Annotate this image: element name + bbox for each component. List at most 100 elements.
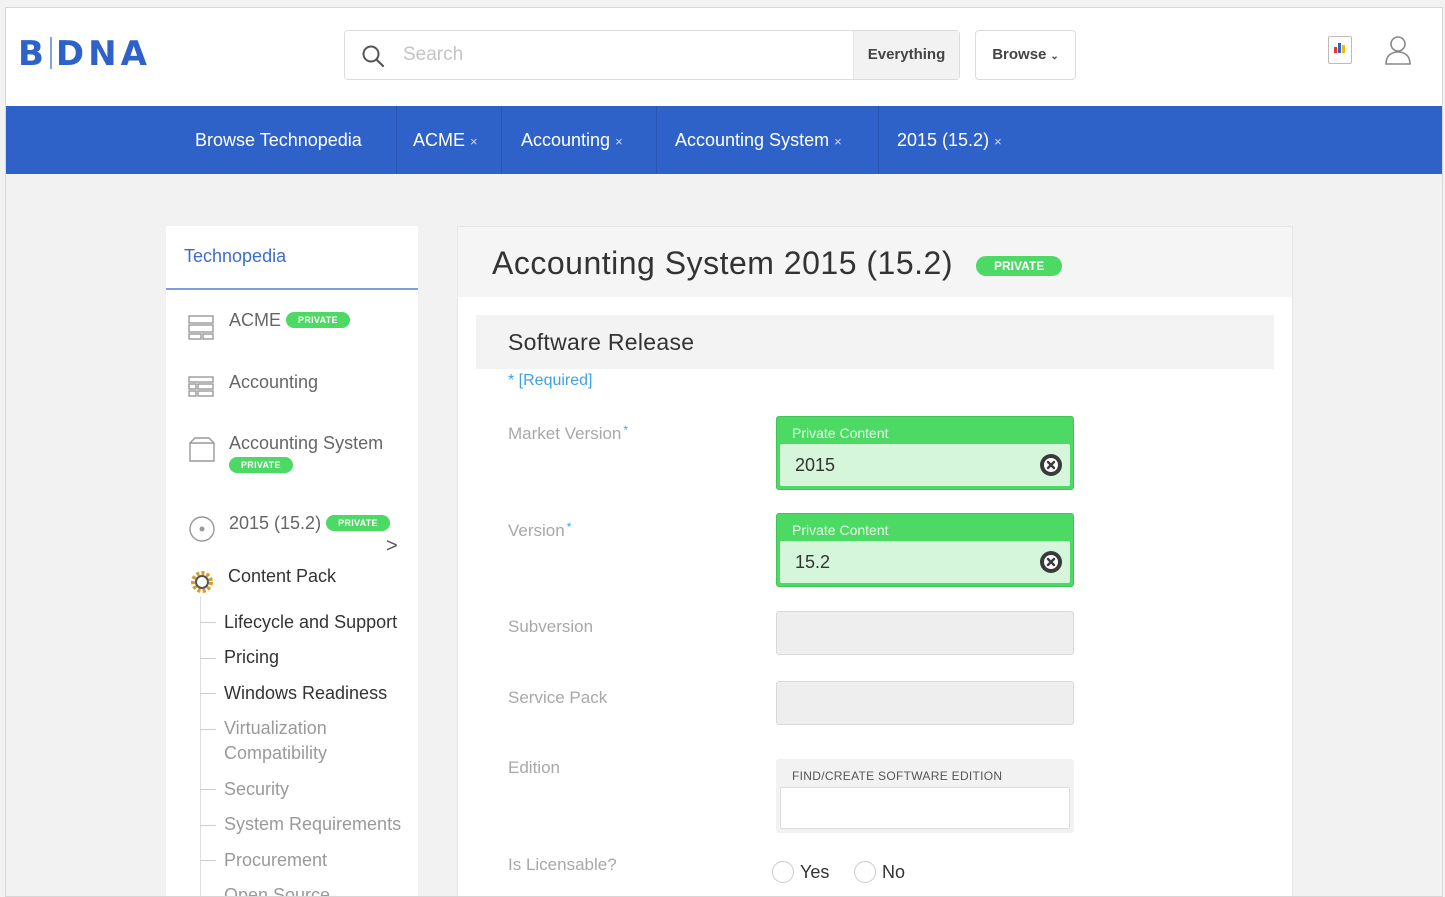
edition-input[interactable] <box>780 787 1070 829</box>
version-field: Private Content 15.2 <box>776 513 1074 587</box>
field-value: 2015 <box>795 455 836 475</box>
private-badge: PRIVATE <box>326 515 390 531</box>
nav-accounting[interactable]: Accounting × <box>505 106 639 174</box>
tree-tick <box>200 825 216 826</box>
search-scope-selector[interactable]: Everything <box>853 31 959 79</box>
field-value: 15.2 <box>795 552 831 572</box>
edition-label: Edition <box>508 758 560 777</box>
chart-icon[interactable] <box>1328 36 1352 64</box>
required-note: * [Required] <box>508 372 593 389</box>
sidebar-subitem-virtualization[interactable]: Virtualization <box>224 718 327 739</box>
gear-icon <box>191 571 213 593</box>
sidebar-item-label: 2015 (15.2) <box>229 513 322 533</box>
market-version-input[interactable]: 2015 <box>780 444 1070 486</box>
nav-acme[interactable]: ACME × <box>397 106 494 174</box>
breadcrumb: Browse Technopedia ACME × Accounting × Acc… <box>6 106 1442 174</box>
required-marker: * <box>566 520 572 534</box>
nav-label: Accounting <box>521 130 611 150</box>
close-icon[interactable]: × <box>994 134 1002 149</box>
nav-release[interactable]: 2015 (15.2) × <box>881 106 1018 174</box>
release-icon <box>189 516 215 542</box>
app-frame: BDNA Everything Browse⌄ Browse <box>5 7 1443 897</box>
sidebar-item-label: Content Pack <box>228 566 337 586</box>
clear-icon[interactable] <box>1039 550 1063 574</box>
sidebar-subitem-compatibility[interactable]: Compatibility <box>224 743 327 764</box>
sidebar-divider <box>166 288 418 290</box>
service-pack-input[interactable] <box>776 681 1074 725</box>
service-pack-label: Service Pack <box>508 688 608 707</box>
close-icon[interactable]: × <box>615 134 623 149</box>
section-header: Software Release <box>476 315 1274 369</box>
sidebar-item-label: Accounting <box>229 372 319 392</box>
private-content-caption: Private Content <box>792 425 889 441</box>
sidebar-subitem-windows-readiness[interactable]: Windows Readiness <box>224 683 387 704</box>
search-input[interactable] <box>403 41 843 69</box>
chevron-right-icon[interactable]: > <box>386 535 398 558</box>
radio-label: Yes <box>800 862 830 882</box>
sidebar-subitem-security[interactable]: Security <box>224 779 289 800</box>
radio-circle[interactable] <box>772 861 794 883</box>
search-box: Everything <box>344 30 960 80</box>
sidebar-subitem-procurement[interactable]: Procurement <box>224 850 327 871</box>
sidebar-subitem-open-source[interactable]: Open Source <box>224 885 330 896</box>
sidebar: Technopedia ACME PRIVATE Accounting Acco… <box>166 226 418 896</box>
tree-tick <box>200 622 216 623</box>
category-icon <box>188 376 214 397</box>
field-label: Version <box>508 521 565 540</box>
manufacturer-icon <box>188 315 214 340</box>
tree-tick <box>200 789 216 790</box>
close-icon[interactable]: × <box>470 134 478 149</box>
browse-label: Browse <box>992 46 1047 63</box>
radio-label: No <box>882 862 906 882</box>
page-title: Accounting System 2015 (15.2) <box>492 245 953 281</box>
search-icon[interactable] <box>361 44 385 68</box>
browse-button[interactable]: Browse ⌄ <box>975 30 1076 80</box>
nav-divider <box>656 106 657 174</box>
market-version-label: Market Version * <box>508 423 628 444</box>
sidebar-subitem-lifecycle[interactable]: Lifecycle and Support <box>224 612 397 633</box>
private-badge: PRIVATE <box>229 457 293 473</box>
nav-label: Accounting System <box>675 130 830 150</box>
edition-caption: FIND/CREATE SOFTWARE EDITION <box>792 769 1003 783</box>
product-icon <box>189 437 215 462</box>
market-version-field: Private Content 2015 <box>776 416 1074 490</box>
tree-tick <box>200 860 216 861</box>
sidebar-subitem-system-requirements[interactable]: System Requirements <box>224 814 401 835</box>
main-panel: Accounting System 2015 (15.2) PRIVATE So… <box>457 226 1293 896</box>
page-header: Accounting System 2015 (15.2) PRIVATE <box>458 227 1292 297</box>
sidebar-item-label: ACME <box>229 310 282 330</box>
bdna-logo[interactable]: B DNA <box>18 34 151 74</box>
section-title: Software Release <box>508 329 695 355</box>
required-marker: * <box>623 423 629 437</box>
nav-browse-technopedia[interactable]: Browse Technopedia <box>179 106 378 174</box>
version-input[interactable]: 15.2 <box>780 541 1070 583</box>
top-bar: BDNA Everything Browse⌄ <box>6 8 1442 106</box>
user-icon[interactable] <box>1384 34 1412 66</box>
private-badge: PRIVATE <box>976 256 1063 276</box>
private-badge: PRIVATE <box>286 312 350 328</box>
licensable-no-radio[interactable]: No <box>854 861 905 883</box>
licensable-yes-radio[interactable]: Yes <box>772 861 829 883</box>
nav-label: Browse Technopedia <box>195 130 362 150</box>
nav-accounting-system[interactable]: Accounting System × <box>659 106 858 174</box>
nav-label: ACME <box>413 130 466 150</box>
tree-line <box>200 596 201 896</box>
radio-circle[interactable] <box>854 861 876 883</box>
tree-tick <box>200 693 216 694</box>
tree-tick <box>200 729 216 730</box>
chevron-down-icon: ⌄ <box>1050 51 1059 62</box>
subversion-input[interactable] <box>776 611 1074 655</box>
sidebar-item-label: Accounting System <box>229 433 384 453</box>
nav-divider <box>501 106 502 174</box>
close-icon[interactable]: × <box>834 134 842 149</box>
nav-divider <box>878 106 879 174</box>
is-licensable-label: Is Licensable? <box>508 855 617 874</box>
clear-icon[interactable] <box>1039 453 1063 477</box>
nav-label: 2015 (15.2) <box>897 130 990 150</box>
field-label: Market Version <box>508 424 622 443</box>
version-label: Version * <box>508 520 571 541</box>
sidebar-subitem-pricing[interactable]: Pricing <box>224 647 279 668</box>
sidebar-title[interactable]: Technopedia <box>184 246 286 267</box>
subversion-label: Subversion <box>508 617 594 636</box>
private-content-caption: Private Content <box>792 522 889 538</box>
